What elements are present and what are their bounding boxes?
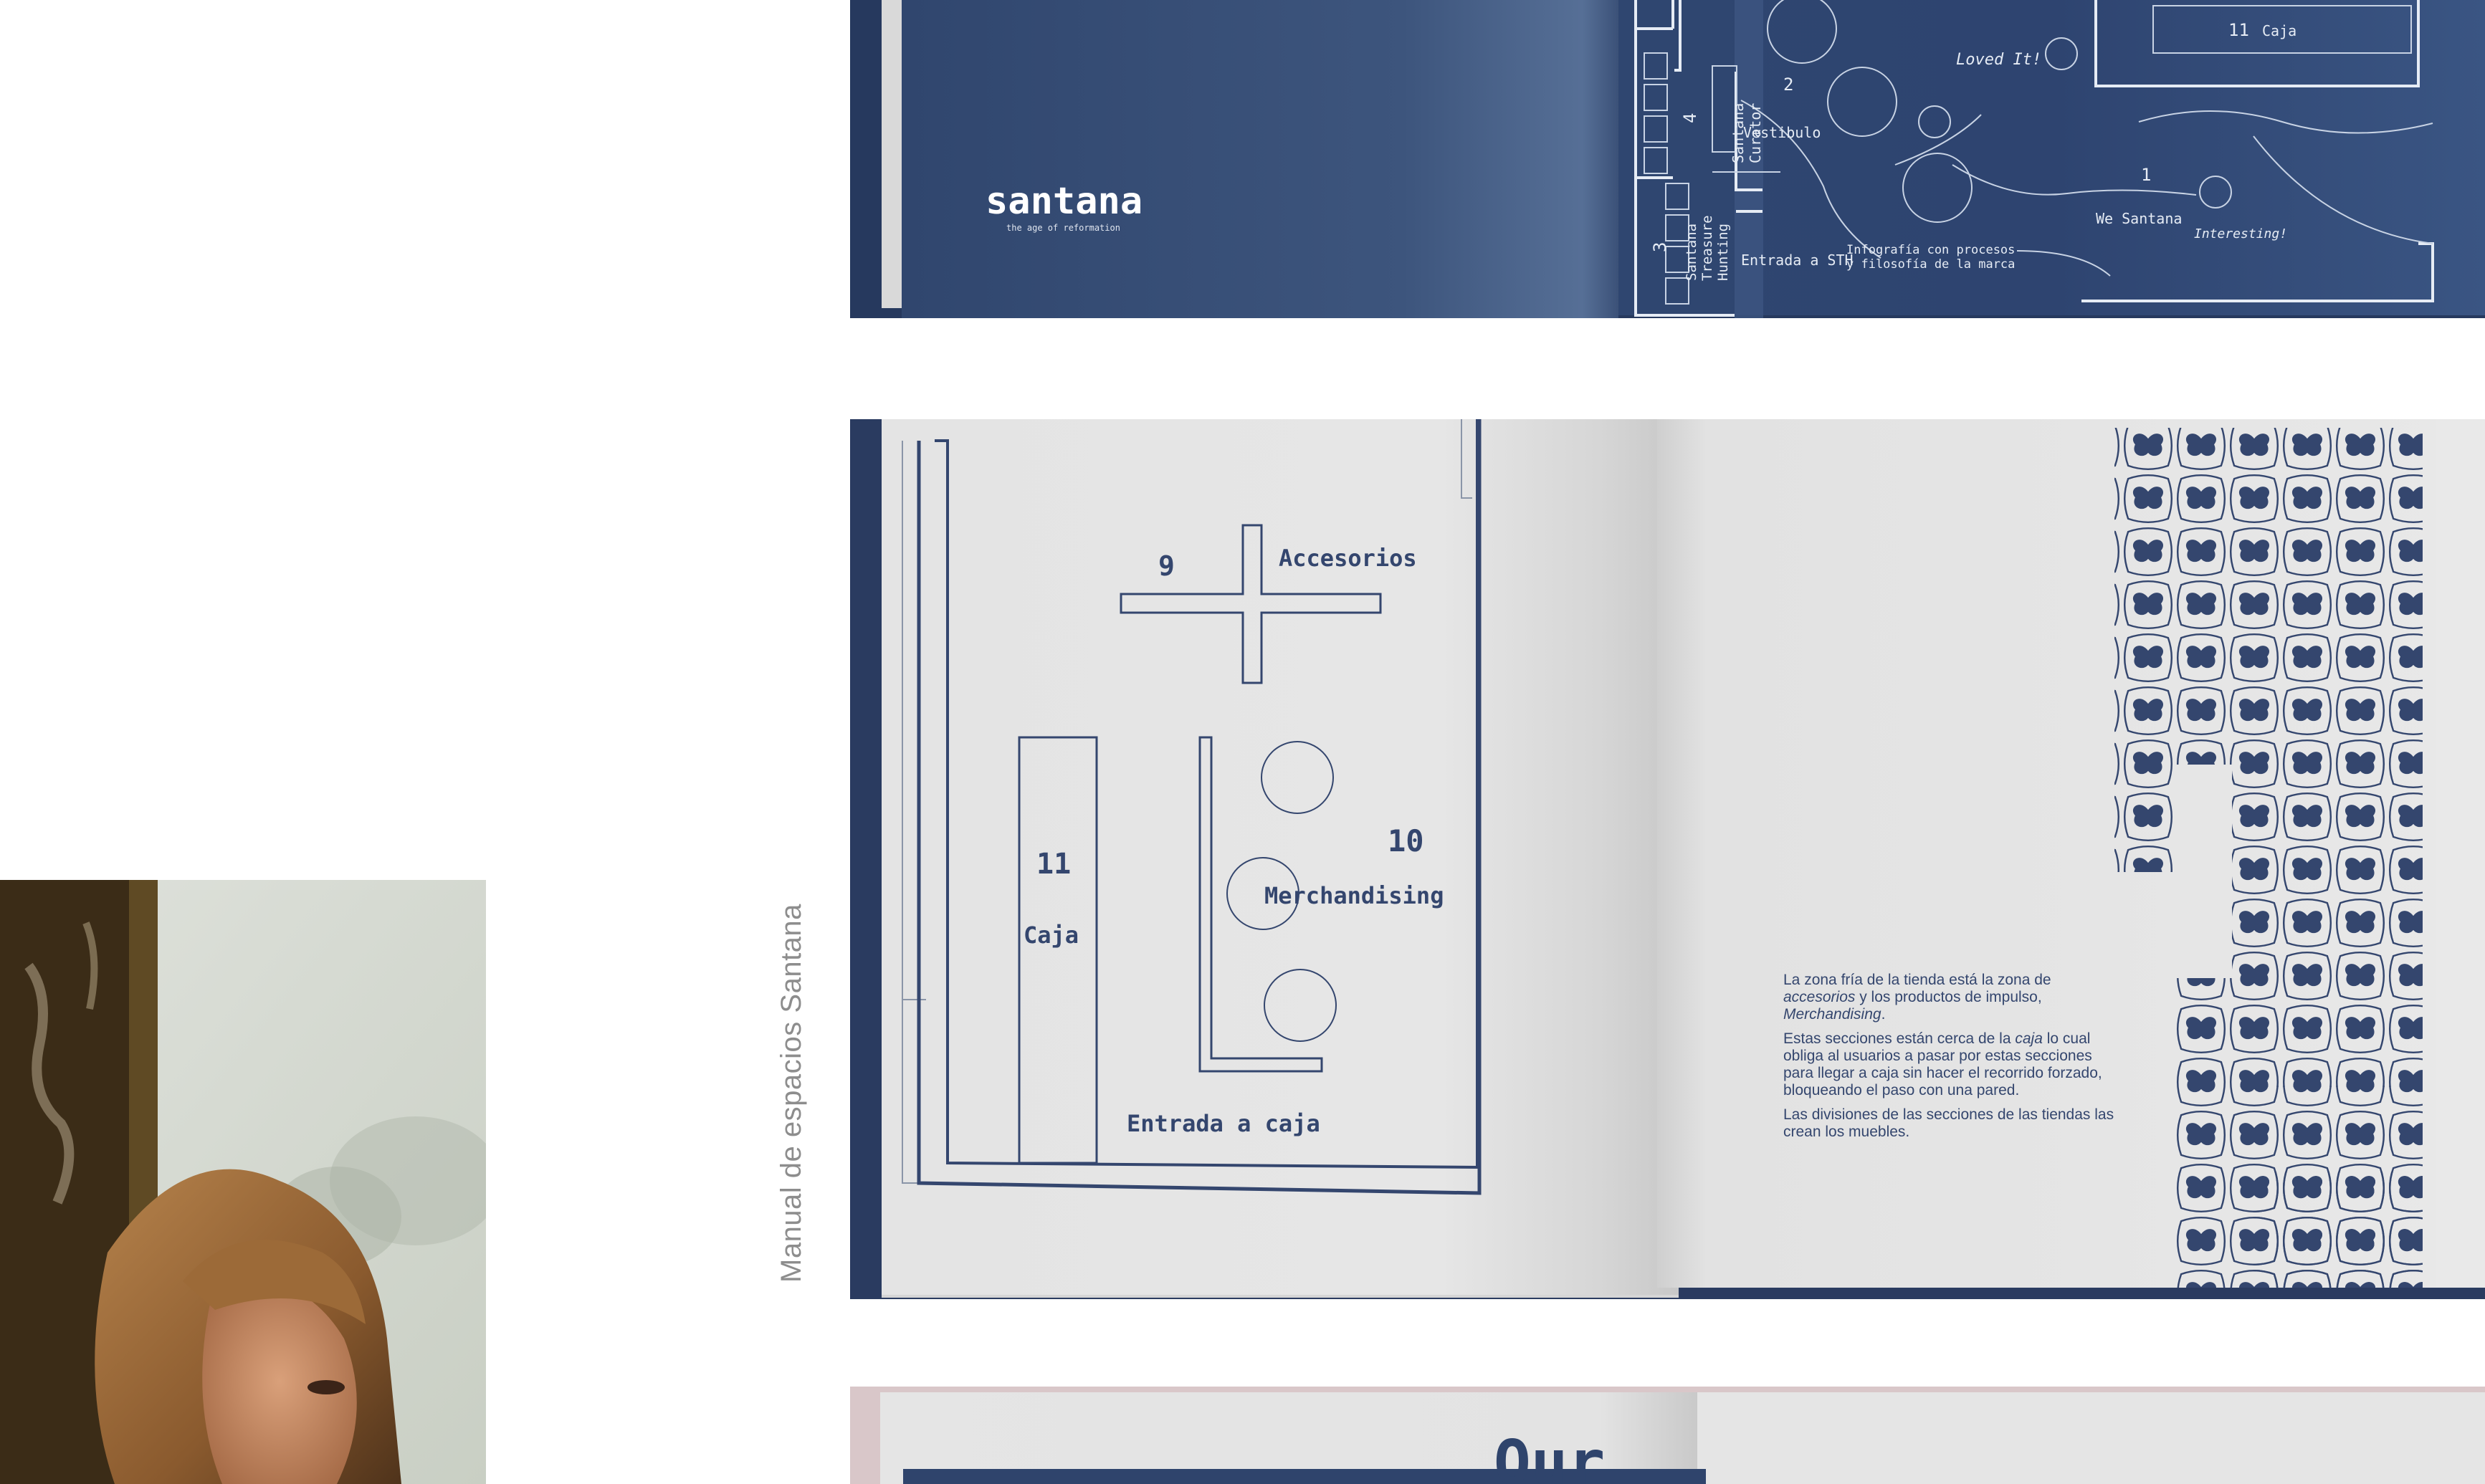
map-loved-it: Loved It!	[1956, 51, 2041, 69]
map-4: 4	[1680, 113, 1700, 123]
map-entrada-sth: Entrada a STH	[1741, 252, 1854, 269]
map-2: 2	[1783, 75, 1793, 95]
book-top: 11 Caja 2 Vestibulo 1 We Santana Interes…	[850, 0, 2485, 318]
plan-10: 10	[1388, 823, 1424, 858]
cover-tagline: the age of reformation	[1006, 223, 1120, 233]
plan-accesorios: Accesorios	[1279, 545, 1417, 572]
map-infografia-1: Infografía con procesos	[1846, 243, 2015, 257]
book-bottom: Our	[850, 1387, 2485, 1484]
map-curator-2: Curator	[1747, 103, 1764, 163]
description-text: La zona fría de la tienda está la zona d…	[1783, 972, 2120, 1148]
map-infografia-2: y filosofía de la marca	[1846, 257, 2015, 272]
map-11-num: 11	[2228, 20, 2249, 40]
map-we-santana: We Santana	[2096, 210, 2182, 227]
map-1: 1	[2141, 165, 2151, 185]
map-treasure-1: Santana	[1684, 224, 1699, 281]
vertical-caption: Manual de espacios Santana	[776, 904, 807, 1283]
cover-brand: santana	[986, 180, 1143, 223]
plan-caja: Caja	[1024, 921, 1079, 949]
bottom-heading: Our	[1494, 1427, 1605, 1484]
map-curator-1: Santana	[1730, 103, 1747, 163]
plan-entrada-caja: Entrada a caja	[1127, 1110, 1320, 1137]
map-treasure-2: Treasure	[1699, 215, 1715, 281]
book-middle: 9 Accesorios 10 Merchandising 11 Caja En…	[850, 419, 2485, 1299]
plan-11: 11	[1036, 848, 1071, 881]
map-interesting: Interesting!	[2194, 226, 2287, 241]
description-p3: Las divisiones de las secciones de las t…	[1783, 1106, 2114, 1140]
description-p1: La zona fría de la tienda está la zona d…	[1783, 972, 2051, 1023]
plan-9: 9	[1158, 550, 1175, 582]
description-p2: Estas secciones están cerca de la caja l…	[1783, 1030, 2102, 1098]
portrait-photo	[0, 880, 486, 1484]
map-3: 3	[1650, 242, 1670, 252]
map-treasure-3: Hunting	[1715, 224, 1731, 281]
plan-merchandising: Merchandising	[1264, 882, 1444, 909]
map-11-caja: Caja	[2262, 22, 2296, 39]
